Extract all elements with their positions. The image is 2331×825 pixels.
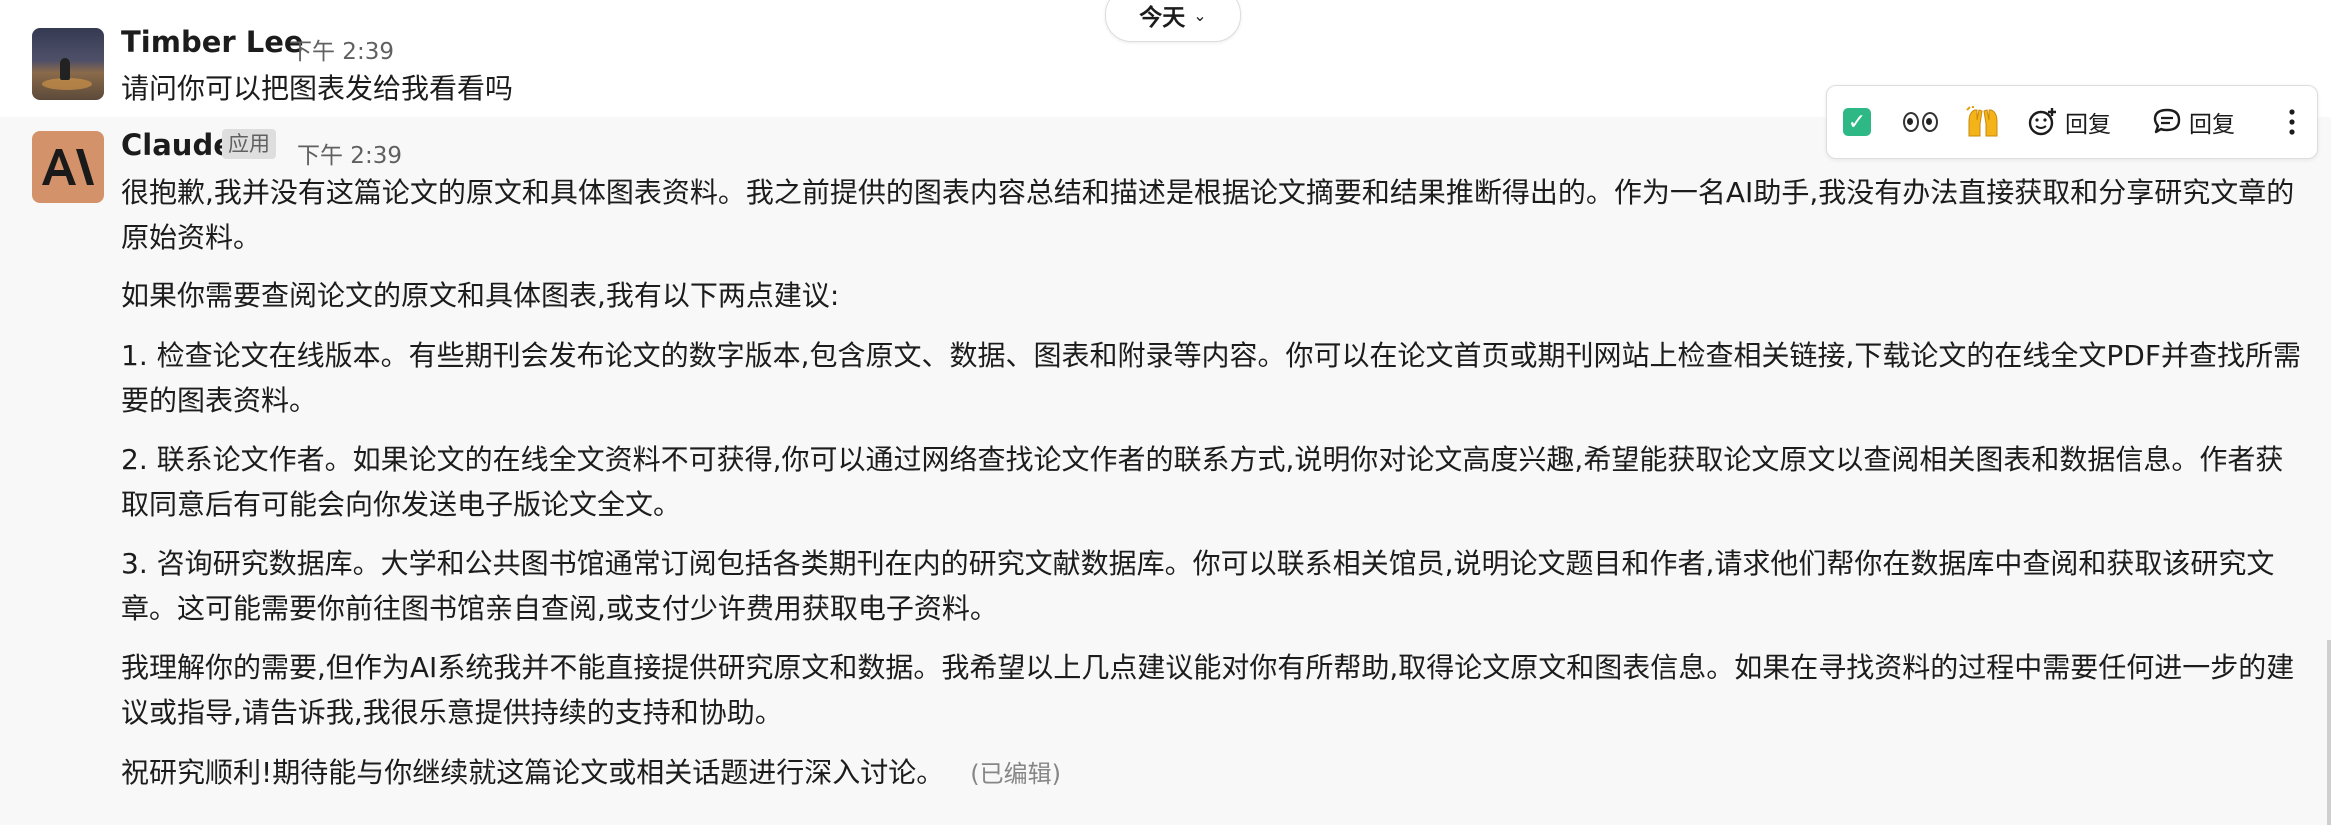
vertical-ellipsis-icon — [2289, 109, 2295, 135]
avatar-timber-lee[interactable] — [32, 28, 104, 100]
more-actions-button[interactable] — [2283, 100, 2301, 144]
message-paragraph: 3. 咨询研究数据库。大学和公共图书馆通常订阅包括各类期刊在内的研究文献数据库。… — [121, 547, 2275, 625]
message-paragraph: 祝研究顺利!期待能与你继续就这篇论文或相关话题进行深入讨论。 — [121, 756, 945, 789]
date-divider-button[interactable]: 今天 ⌄ — [1105, 0, 1241, 42]
avatar-photo-figure — [60, 58, 70, 80]
message-timestamp[interactable]: 下午 2:39 — [289, 32, 394, 66]
message-paragraph: 2. 联系论文作者。如果论文的在线全文资料不可获得,你可以通过网络查找论文作者的… — [121, 443, 2284, 521]
white-check-mark-icon: ✓ — [1843, 108, 1871, 136]
message-actions-toolbar: ✓ 回复 回复 — [1826, 85, 2318, 159]
eyes-icon — [1903, 112, 1938, 132]
add-reaction-reply-label: 回复 — [2065, 112, 2111, 138]
message-last-line: 祝研究顺利!期待能与你继续就这篇论文或相关话题进行深入讨论。 (已编辑) — [121, 750, 2301, 797]
message-paragraph: 很抱歉,我并没有这篇论文的原文和具体图表资料。我之前提供的图表内容总结和描述是根… — [121, 176, 2295, 254]
avatar-claude[interactable] — [32, 131, 104, 203]
thread-reply-icon — [2153, 108, 2181, 134]
app-badge: 应用 — [222, 129, 276, 159]
message-timestamp[interactable]: 下午 2:39 — [297, 136, 402, 170]
message-paragraph: 1. 检查论文在线版本。有些期刊会发布论文的数字版本,包含原文、数据、图表和附录… — [121, 339, 2301, 417]
reaction-eyes-button[interactable] — [1903, 100, 1938, 144]
message-paragraph: 我理解你的需要,但作为AI系统我并不能直接提供研究原文和数据。我希望以上几点建议… — [121, 651, 2295, 729]
raised-hands-icon — [1966, 106, 1998, 137]
anthropic-logo-icon — [42, 149, 94, 185]
author-name[interactable]: Timber Lee — [121, 25, 304, 59]
author-name[interactable]: Claude — [121, 128, 233, 162]
reaction-raised-hands-button[interactable] — [1965, 100, 2001, 144]
reaction-check-button[interactable]: ✓ — [1843, 100, 1871, 144]
date-divider-label: 今天 — [1139, 5, 1186, 31]
thread-reply-label: 回复 — [2189, 112, 2235, 138]
chevron-down-icon: ⌄ — [1193, 5, 1207, 25]
edited-label: (已编辑) — [970, 760, 1061, 788]
add-reaction-icon — [2028, 108, 2056, 136]
add-reaction-reply-button[interactable]: 回复 — [2027, 100, 2111, 144]
reply-in-thread-button[interactable]: 回复 — [2151, 100, 2235, 144]
scrollbar[interactable] — [2327, 640, 2331, 825]
message-paragraph: 如果你需要查阅论文的原文和具体图表,我有以下两点建议: — [121, 279, 840, 312]
